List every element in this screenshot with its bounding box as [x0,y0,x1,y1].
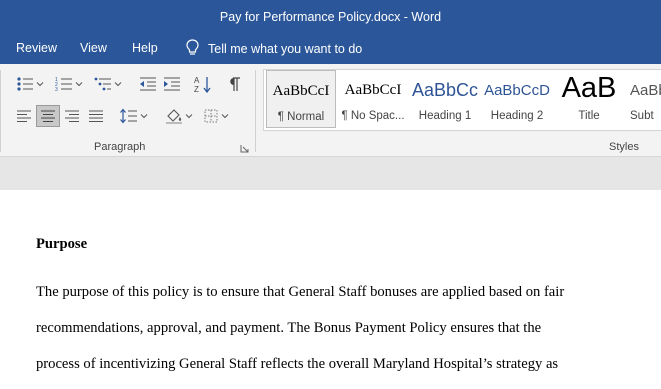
chevron-down-icon [75,80,83,88]
chevron-down-icon [140,112,148,120]
decrease-indent-icon [139,76,157,92]
chevron-down-icon [185,112,193,120]
align-left-icon [16,109,32,123]
align-center-icon [40,109,56,123]
document-text-line: process of incentivizing General Staff r… [36,356,559,372]
decrease-indent-button[interactable] [139,76,157,92]
sort-button[interactable]: AZ [194,75,212,93]
shading-button[interactable] [165,108,193,124]
tell-me-box[interactable]: Tell me what you want to do [186,39,362,59]
show-marks-button[interactable] [227,76,241,92]
style-title[interactable]: AaB Title [554,70,624,128]
align-right-button[interactable] [64,109,80,123]
style-no-spacing[interactable]: AaBbCcI ¶ No Spac... [338,70,408,128]
style-preview: AaB [561,72,617,104]
style-preview: AaBb [630,82,661,99]
bullets-icon [16,76,34,92]
title-bar: Pay for Performance Policy.docx - Word [0,0,661,33]
align-left-button[interactable] [16,109,32,123]
justify-button[interactable] [88,109,104,123]
styles-gallery: AaBbCcI ¶ Normal AaBbCcI ¶ No Spac... Aa… [263,69,661,131]
bullets-button[interactable] [16,76,44,92]
styles-group-label: Styles [609,141,639,153]
borders-icon [203,108,219,124]
align-center-button[interactable] [36,105,60,127]
document-text-line: The purpose of this policy is to ensure … [36,284,565,300]
shading-icon [165,108,183,124]
style-normal[interactable]: AaBbCcI ¶ Normal [266,70,336,128]
chevron-down-icon [114,80,122,88]
dialog-launcher-icon [240,144,249,153]
chevron-down-icon [221,112,229,120]
style-name: Heading 2 [490,110,544,122]
show-marks-icon [227,76,241,92]
line-spacing-icon [120,108,138,124]
style-preview: AaBbCcI [272,83,330,99]
line-spacing-button[interactable] [120,108,148,124]
menu-review[interactable]: Review [16,41,57,55]
style-name: ¶ Normal [277,111,325,123]
style-preview: AaBbCc [411,80,479,100]
ruler-area [0,157,661,190]
document-text-line: recommendations, approval, and payment. … [36,320,542,336]
style-name: Subt [630,110,654,122]
ribbon-divider [255,70,256,152]
style-name: Heading 1 [418,110,472,122]
increase-indent-icon [163,76,181,92]
lightbulb-icon [186,39,199,59]
menu-help[interactable]: Help [132,41,158,55]
svg-text:3: 3 [55,87,58,92]
paragraph-group-label: Paragraph [94,141,146,153]
style-heading-1[interactable]: AaBbCc Heading 1 [410,70,480,128]
tell-me-label: Tell me what you want to do [208,42,363,56]
numbering-icon: 123 [55,76,73,92]
style-name: ¶ No Spac... [341,110,405,122]
document-heading: Purpose [36,236,88,252]
chevron-down-icon [36,80,44,88]
increase-indent-button[interactable] [163,76,181,92]
multilevel-list-icon [94,76,112,92]
numbering-button[interactable]: 123 [55,76,83,92]
ribbon-divider [0,70,1,152]
paragraph-dialog-launcher[interactable] [240,144,249,153]
style-heading-2[interactable]: AaBbCcD Heading 2 [482,70,552,128]
style-subtitle[interactable]: AaBb Subt [626,70,661,128]
style-name: Title [578,110,600,122]
borders-button[interactable] [203,108,229,124]
justify-icon [88,109,104,123]
menu-bar: Review View Help Tell me what you want t… [0,33,661,64]
document-page[interactable]: Purpose The purpose of this policy is to… [0,190,661,389]
svg-text:Z: Z [194,85,199,93]
window-title: Pay for Performance Policy.docx - Word [219,9,442,24]
svg-text:A: A [194,76,200,85]
style-preview: AaBbCcD [484,82,550,99]
align-right-icon [64,109,80,123]
menu-view[interactable]: View [80,41,107,55]
style-preview: AaBbCcI [344,82,402,98]
sort-icon: AZ [194,75,212,93]
multilevel-list-button[interactable] [94,76,122,92]
